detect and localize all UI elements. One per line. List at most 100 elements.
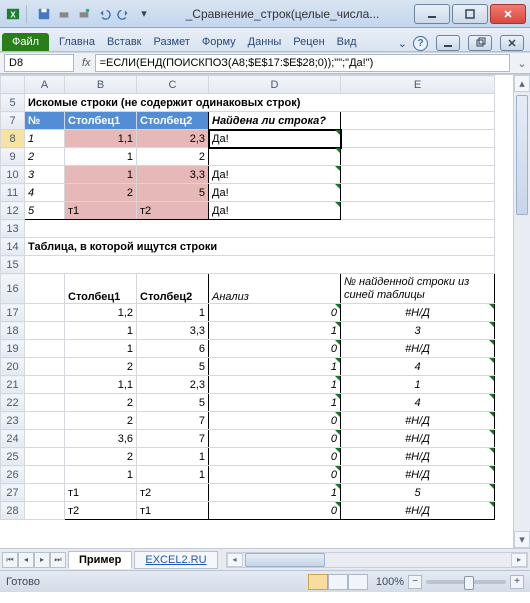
minimize-button[interactable]	[414, 4, 450, 24]
save-icon[interactable]	[35, 5, 53, 23]
cell[interactable]: 2,3	[137, 130, 209, 148]
row-header[interactable]: 10	[1, 166, 25, 184]
row-header[interactable]: 11	[1, 184, 25, 202]
cell[interactable]: 1	[137, 466, 209, 484]
cell[interactable]: т1	[137, 502, 209, 520]
vertical-scrollbar[interactable]: ▴ ▾	[513, 75, 530, 548]
cell[interactable]: 1	[137, 304, 209, 322]
doc-close-button[interactable]	[500, 35, 524, 51]
formula-expand-icon[interactable]: ⌄	[514, 57, 530, 70]
row-header[interactable]: 20	[1, 358, 25, 376]
cell[interactable]: 2	[65, 448, 137, 466]
tab-review[interactable]: Рецен	[287, 33, 330, 51]
cell[interactable]: 1	[65, 322, 137, 340]
cell[interactable]: 5	[137, 184, 209, 202]
cell[interactable]: 0	[209, 430, 341, 448]
cell[interactable]: #Н/Д	[341, 412, 495, 430]
cell[interactable]: Столбец1	[65, 112, 137, 130]
cell[interactable]: 0	[209, 412, 341, 430]
cell[interactable]: 4	[25, 184, 65, 202]
tab-insert[interactable]: Вставк	[101, 33, 148, 51]
row-header[interactable]: 26	[1, 466, 25, 484]
qat-dropdown-icon[interactable]: ▾	[135, 5, 153, 23]
row-header[interactable]: 22	[1, 394, 25, 412]
cell[interactable]: Да!	[209, 202, 341, 220]
worksheet-grid[interactable]: A B C D E 5 Искомые строки (не содержит …	[0, 74, 530, 548]
cell[interactable]	[341, 148, 495, 166]
row-header[interactable]: 9	[1, 148, 25, 166]
cell[interactable]	[341, 184, 495, 202]
undo-icon[interactable]	[95, 5, 113, 23]
cell[interactable]: 1,2	[65, 304, 137, 322]
sheet-tab-link[interactable]: EXCEL2.RU	[134, 551, 217, 569]
row-header[interactable]: 19	[1, 340, 25, 358]
cell[interactable]: т2	[137, 202, 209, 220]
zoom-value[interactable]: 100%	[376, 576, 404, 588]
scroll-down-icon[interactable]: ▾	[514, 531, 530, 548]
cell[interactable]	[25, 322, 65, 340]
cell[interactable]: 0	[209, 340, 341, 358]
row-header[interactable]: 18	[1, 322, 25, 340]
cell[interactable]: 0	[209, 448, 341, 466]
cell[interactable]: т2	[137, 484, 209, 502]
col-header-C[interactable]: C	[137, 76, 209, 94]
horizontal-scrollbar[interactable]: ◂ ▸	[226, 552, 528, 568]
cell[interactable]	[25, 448, 65, 466]
cell[interactable]: № найденной строки из синей таблицы	[341, 274, 495, 304]
cell[interactable]: 5	[137, 394, 209, 412]
hscroll-thumb[interactable]	[245, 553, 325, 567]
cell[interactable]: 1	[137, 448, 209, 466]
cell[interactable]: Анализ	[209, 274, 341, 304]
scroll-up-icon[interactable]: ▴	[514, 75, 530, 92]
row-header[interactable]: 16	[1, 274, 25, 304]
scroll-thumb[interactable]	[516, 95, 528, 215]
tab-layout[interactable]: Размет	[148, 33, 196, 51]
cell[interactable]	[341, 202, 495, 220]
cell[interactable]: 1	[209, 484, 341, 502]
cell[interactable]	[25, 376, 65, 394]
cell[interactable]: 5	[341, 484, 495, 502]
cell[interactable]: 2	[137, 148, 209, 166]
cell[interactable]	[25, 484, 65, 502]
cell[interactable]: 2,3	[137, 376, 209, 394]
row-header[interactable]: 27	[1, 484, 25, 502]
row-header[interactable]: 24	[1, 430, 25, 448]
cell[interactable]	[25, 502, 65, 520]
cell[interactable]: 3,3	[137, 166, 209, 184]
cell[interactable]	[341, 112, 495, 130]
cell[interactable]: Найдена ли строка?	[209, 112, 341, 130]
cell[interactable]: Столбец2	[137, 112, 209, 130]
tab-formulas[interactable]: Форму	[196, 33, 242, 51]
col-header-E[interactable]: E	[341, 76, 495, 94]
cell[interactable]: Столбец1	[65, 274, 137, 304]
cell[interactable]: #Н/Д	[341, 502, 495, 520]
cell[interactable]: #Н/Д	[341, 466, 495, 484]
cell[interactable]: 1	[209, 376, 341, 394]
cell[interactable]: Да!	[209, 166, 341, 184]
cell[interactable]	[25, 256, 495, 274]
cell[interactable]: 2	[65, 394, 137, 412]
cell[interactable]: #Н/Д	[341, 340, 495, 358]
cell[interactable]: т2	[65, 502, 137, 520]
cell[interactable]: 4	[341, 358, 495, 376]
col-header-D[interactable]: D	[209, 76, 341, 94]
ribbon-caret-icon[interactable]: ⌄	[398, 37, 407, 50]
cell[interactable]: 1	[25, 130, 65, 148]
maximize-button[interactable]	[452, 4, 488, 24]
view-normal-icon[interactable]	[308, 574, 328, 590]
cell[interactable]	[25, 412, 65, 430]
row-header[interactable]: 13	[1, 220, 25, 238]
cell[interactable]: 2	[65, 184, 137, 202]
view-layout-icon[interactable]	[328, 574, 348, 590]
cell[interactable]: #Н/Д	[341, 430, 495, 448]
scroll-left-icon[interactable]: ◂	[227, 553, 243, 567]
cell[interactable]: 1,1	[65, 130, 137, 148]
cell[interactable]: 1	[209, 394, 341, 412]
cell[interactable]: #Н/Д	[341, 448, 495, 466]
fx-icon[interactable]: fx	[82, 57, 91, 69]
tab-view[interactable]: Вид	[331, 33, 363, 51]
cell[interactable]: 1	[341, 376, 495, 394]
row-header[interactable]: 8	[1, 130, 25, 148]
row-header[interactable]: 28	[1, 502, 25, 520]
row-header[interactable]: 12	[1, 202, 25, 220]
